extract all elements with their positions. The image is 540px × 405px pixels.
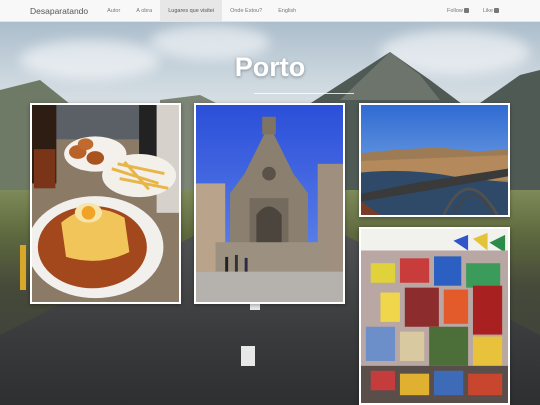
nav-item-autor[interactable]: Autor xyxy=(99,0,128,21)
nav-menu: Autor A obra Lugares que visitei Onde Es… xyxy=(99,0,304,21)
gallery-photo-church[interactable] xyxy=(194,103,345,304)
follow-link[interactable]: Follow xyxy=(440,0,476,21)
clerigos-church-image xyxy=(196,105,343,302)
francesinha-food-image xyxy=(32,105,179,302)
gallery-photo-food[interactable] xyxy=(30,103,181,304)
like-label: Like xyxy=(482,7,493,14)
nav-item-lugares-que-visitei[interactable]: Lugares que visitei xyxy=(160,0,223,21)
brand-link[interactable]: Desaparatando xyxy=(0,0,96,21)
nav-item-english[interactable]: English xyxy=(270,0,304,21)
douro-river-bridge-image xyxy=(361,105,508,215)
like-link[interactable]: Like xyxy=(476,0,506,21)
souvenir-shop-image xyxy=(361,229,508,403)
nav-item-onde-estou[interactable]: Onde Estou? xyxy=(222,0,270,21)
page-title: Porto xyxy=(234,52,306,82)
social-links: Follow Like xyxy=(440,0,540,21)
facebook-icon xyxy=(494,8,499,13)
nav-item-a-obra[interactable]: A obra xyxy=(128,0,160,21)
instagram-icon xyxy=(463,8,469,13)
title-divider xyxy=(254,93,354,94)
follow-label: Follow xyxy=(447,7,463,14)
gallery-photo-bridge[interactable] xyxy=(359,103,510,217)
top-navbar: Desaparatando Autor A obra Lugares que v… xyxy=(0,0,540,22)
gallery-photo-souvenirs[interactable] xyxy=(359,227,510,405)
